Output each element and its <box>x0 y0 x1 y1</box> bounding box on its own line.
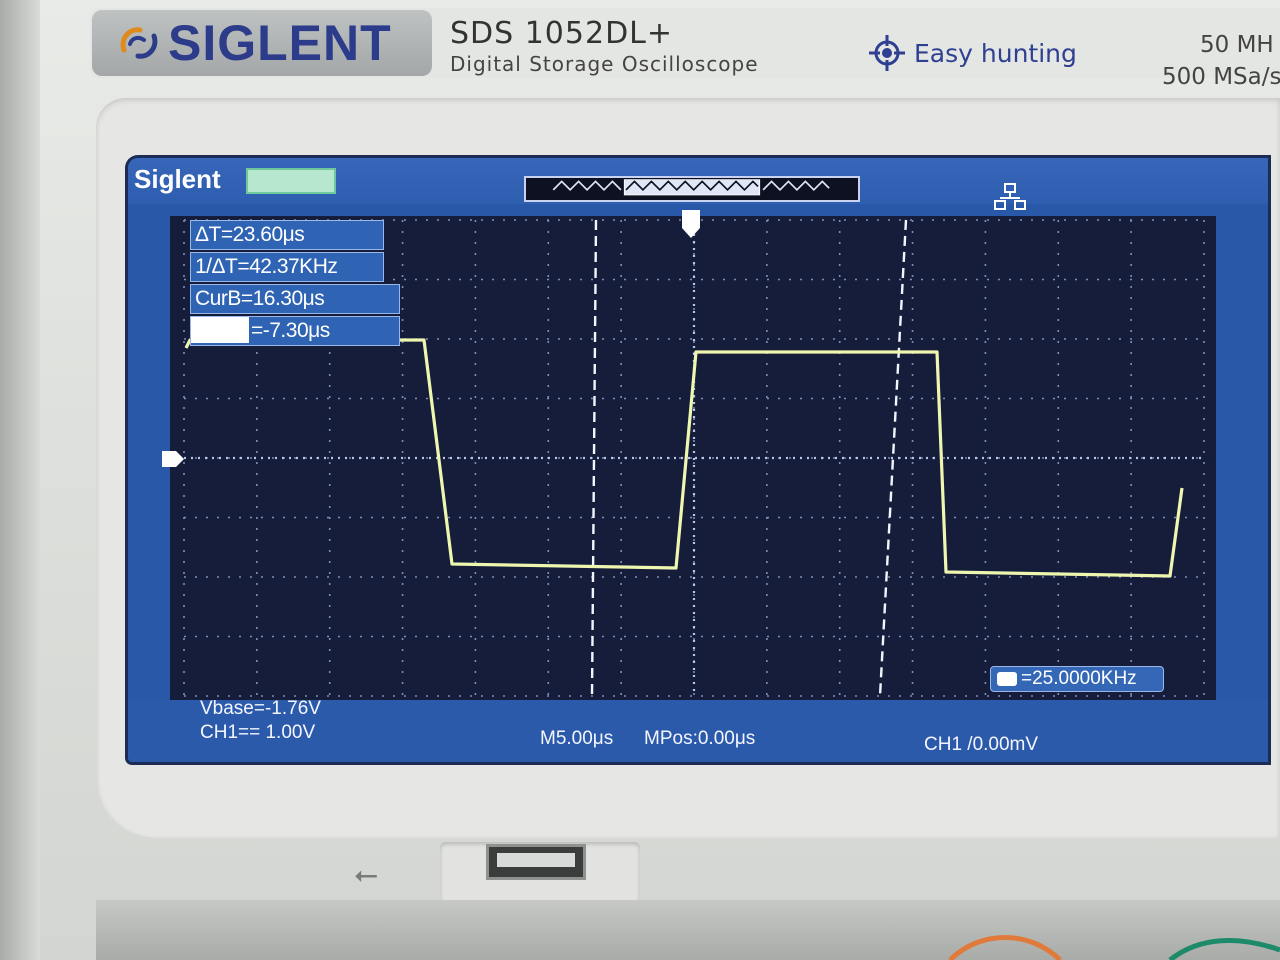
easy-hunting-label: Easy hunting <box>914 38 1077 68</box>
oscilloscope-screen: Siglent ΔT=23.60μs 1/ΔT=42.37KHz CurB=16… <box>128 158 1268 762</box>
cursor-a-readout: =-7.30μs <box>190 316 400 346</box>
delta-t-readout: ΔT=23.60μs <box>190 220 384 250</box>
usb-icon: ⭠ <box>354 858 378 891</box>
cursor-a-label-swatch <box>191 317 249 343</box>
background-shadow <box>0 0 40 960</box>
siglent-swirl-icon <box>120 27 158 59</box>
channel-marker-icon <box>162 451 184 467</box>
vbase-readout: Vbase=-1.76V <box>200 698 321 719</box>
probe-cables <box>948 935 1280 960</box>
frequency-swatch <box>997 671 1017 686</box>
trigger-marker-icon <box>682 210 700 238</box>
frequency-counter: =25.0000KHz <box>990 666 1164 692</box>
timebase-readout: M5.00μs <box>540 728 614 749</box>
usb-port-contact <box>497 853 575 867</box>
cursor-a-value: =-7.30μs <box>251 319 330 342</box>
ch1-scale-readout: CH1== 1.00V <box>200 722 316 743</box>
usb-port[interactable] <box>486 844 586 880</box>
frequency-value: =25.0000KHz <box>1021 668 1137 689</box>
memory-depth-bar <box>524 176 860 202</box>
screen-brand: Siglent <box>134 164 221 194</box>
acquisition-status <box>246 168 336 194</box>
sample-rate-spec: 500 MSa/s <box>1162 64 1280 90</box>
bandwidth-spec: 50 MH <box>1200 32 1274 58</box>
model-subtitle: Digital Storage Oscilloscope <box>450 52 759 76</box>
horizontal-position-readout: MPos:0.00μs <box>644 728 756 749</box>
crosshair-icon <box>869 35 905 71</box>
brand-logo: SIGLENT <box>92 10 432 76</box>
easy-hunting-badge: Easy hunting <box>868 34 1077 72</box>
model-number: SDS 1052DL+ <box>450 16 674 51</box>
brand-name: SIGLENT <box>168 15 392 71</box>
trigger-readout: CH1 /0.00mV <box>924 734 1039 755</box>
cursor-b-readout: CurB=16.30μs <box>190 284 400 314</box>
inverse-delta-t-readout: 1/ΔT=42.37KHz <box>190 252 384 282</box>
network-icon <box>994 183 1026 210</box>
